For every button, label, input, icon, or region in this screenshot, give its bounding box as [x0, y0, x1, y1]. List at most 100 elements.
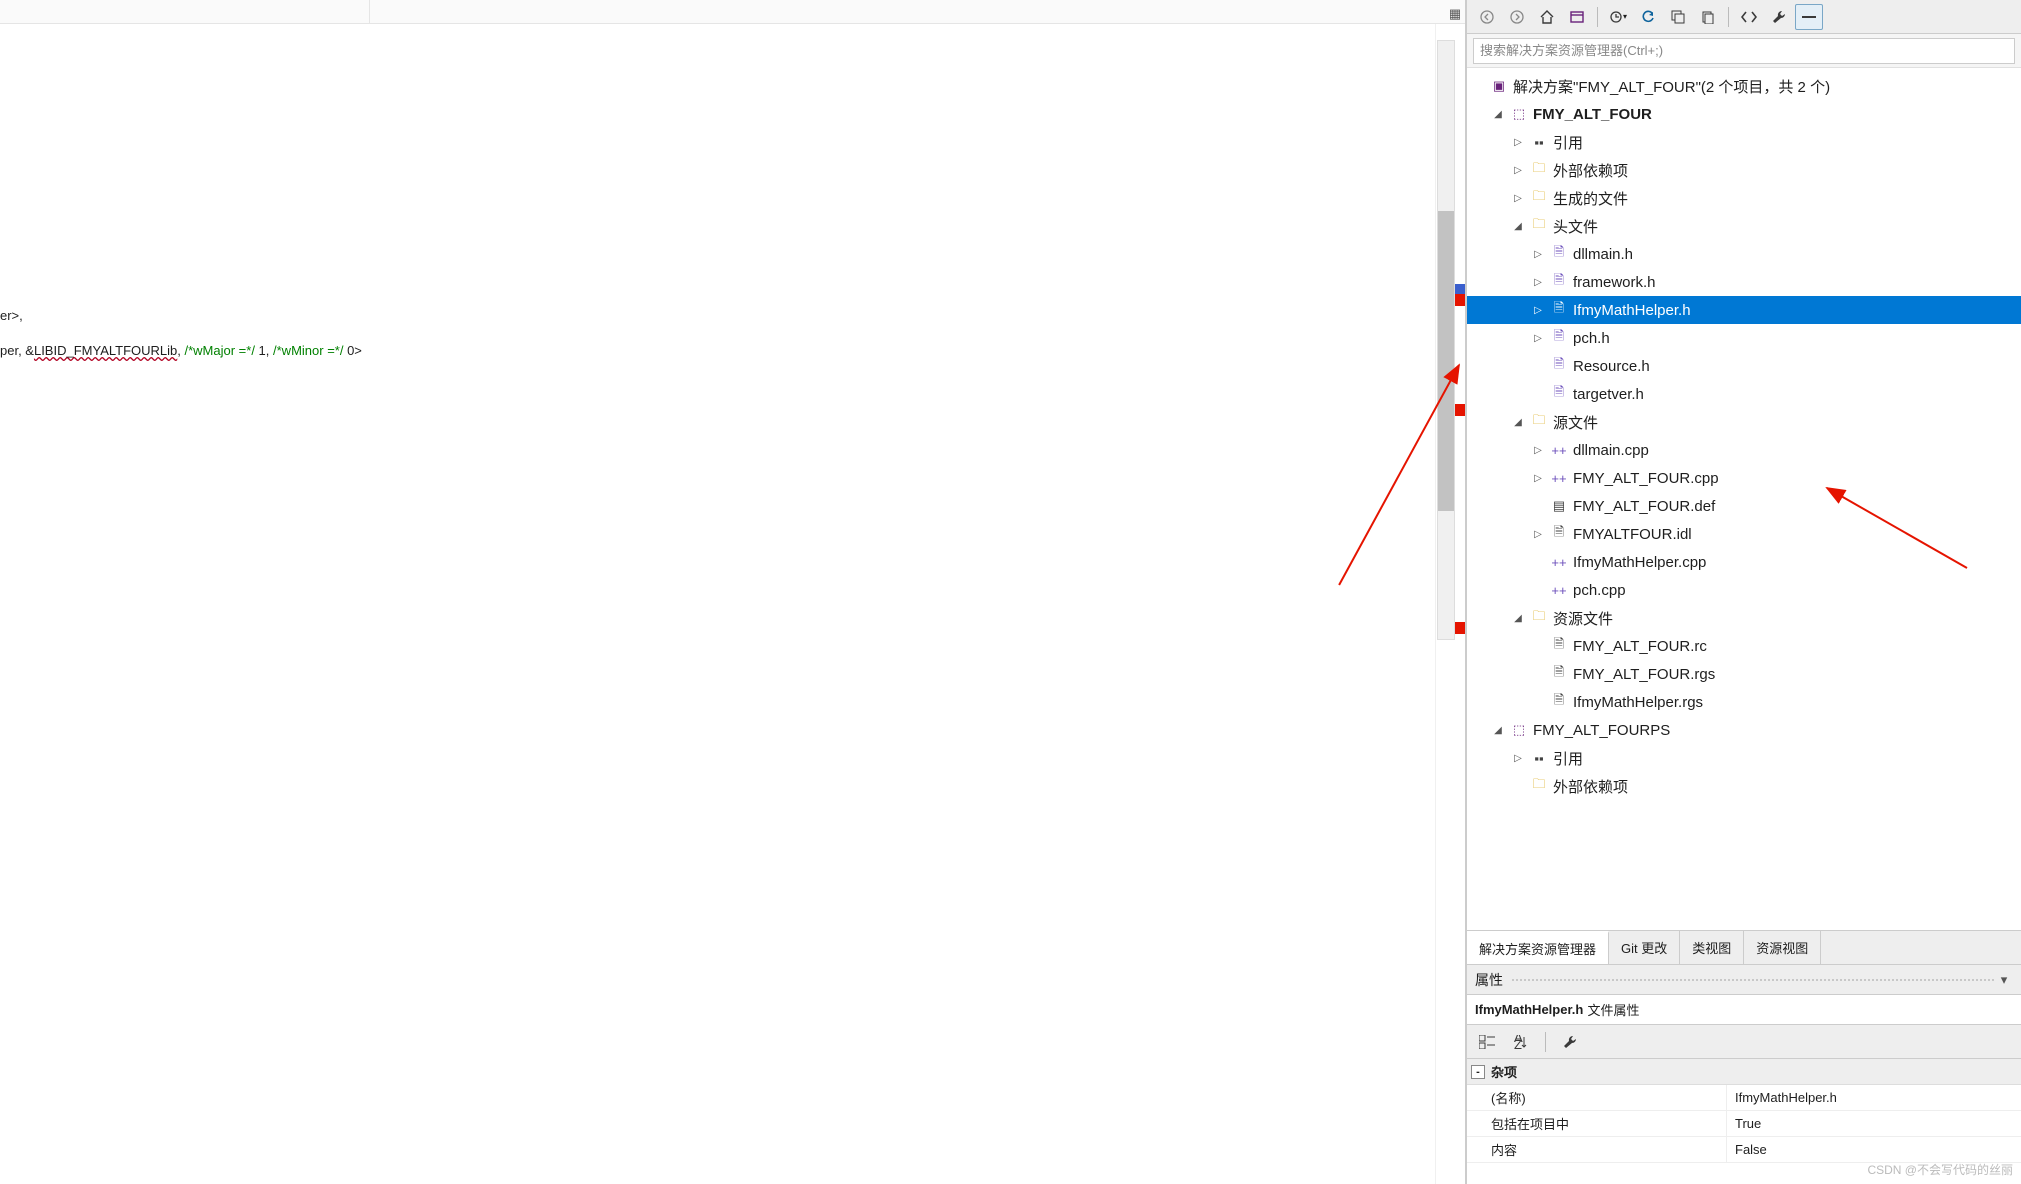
source-files-node[interactable]: ◢🗀源文件 [1467, 408, 2021, 436]
file-node[interactable]: ++pch.cpp [1467, 576, 2021, 604]
vertical-scrollbar[interactable] [1437, 40, 1455, 640]
external-deps-node[interactable]: ▷🗀外部依赖项 [1467, 156, 2021, 184]
file-node[interactable]: 🗎FMY_ALT_FOUR.rgs [1467, 660, 2021, 688]
toolbar-separator [1728, 7, 1729, 27]
references-icon: ▪▪ [1529, 132, 1549, 152]
view-code-button[interactable] [1735, 4, 1763, 30]
switch-view-button[interactable] [1563, 4, 1591, 30]
rgs-file-icon: 🗎 [1549, 664, 1569, 684]
toolbar-separator [1597, 7, 1598, 27]
properties-toolbar: AZ [1467, 1025, 2021, 1059]
editor-nav-bar [0, 0, 1465, 24]
cpp-file-icon: ++ [1549, 440, 1569, 460]
split-grip-icon[interactable]: ▦ [1445, 4, 1465, 24]
header-file-icon: 🗎 [1549, 272, 1569, 292]
idl-file-icon: 🗎 [1549, 524, 1569, 544]
home-button[interactable] [1533, 4, 1561, 30]
pending-changes-button[interactable]: ▾ [1604, 4, 1632, 30]
solution-icon: ▣ [1489, 76, 1509, 96]
properties-grid[interactable]: -杂项 (名称)IfmyMathHelper.h 包括在项目中True 内容Fa… [1467, 1059, 2021, 1184]
filter-icon: 🗀 [1529, 216, 1549, 236]
search-row [1467, 34, 2021, 68]
file-node[interactable]: ▷🗎pch.h [1467, 324, 2021, 352]
property-pages-button[interactable] [1556, 1029, 1584, 1055]
editor-member-combo[interactable] [370, 0, 1465, 23]
file-node-selected[interactable]: ▷🗎IfmyMathHelper.h [1467, 296, 2021, 324]
category-row[interactable]: -杂项 [1467, 1059, 2021, 1085]
rc-file-icon: 🗎 [1549, 636, 1569, 656]
properties-header: 属性 ▾ [1467, 965, 2021, 995]
tab-solution-explorer[interactable]: 解决方案资源管理器 [1467, 931, 1609, 964]
cpp-file-icon: ++ [1549, 552, 1569, 572]
folder-icon: 🗀 [1529, 776, 1549, 796]
file-node[interactable]: ++IfmyMathHelper.cpp [1467, 548, 2021, 576]
file-node[interactable]: ▷🗎FMYALTFOUR.idl [1467, 520, 2021, 548]
file-node[interactable]: 🗎FMY_ALT_FOUR.rc [1467, 632, 2021, 660]
header-grip[interactable] [1511, 978, 1995, 982]
header-file-icon: 🗎 [1549, 384, 1569, 404]
filter-icon: 🗀 [1529, 412, 1549, 432]
file-node[interactable]: 🗎Resource.h [1467, 352, 2021, 380]
property-row[interactable]: 包括在项目中True [1467, 1111, 2021, 1137]
refresh-button[interactable] [1634, 4, 1662, 30]
folder-icon: 🗀 [1529, 160, 1549, 180]
tab-resource-view[interactable]: 资源视图 [1744, 931, 1821, 964]
code-line-1: er>, [0, 308, 23, 323]
project-node[interactable]: ◢⬚FMY_ALT_FOURPS [1467, 716, 2021, 744]
collapse-all-button[interactable] [1664, 4, 1692, 30]
code-text-area[interactable]: er>, per, &LIBID_FMYALTFOURLib, /*wMajor… [0, 24, 1435, 1184]
generated-files-node[interactable]: ▷🗀生成的文件 [1467, 184, 2021, 212]
external-deps-node[interactable]: 🗀外部依赖项 [1467, 772, 2021, 800]
properties-subject: IfmyMathHelper.h 文件属性 [1467, 995, 2021, 1025]
error-marker [1455, 404, 1465, 416]
header-file-icon: 🗎 [1549, 300, 1569, 320]
search-input[interactable] [1473, 38, 2015, 64]
file-node[interactable]: ▷🗎dllmain.h [1467, 240, 2021, 268]
categorized-button[interactable] [1473, 1029, 1501, 1055]
cpp-file-icon: ++ [1549, 580, 1569, 600]
file-node[interactable]: ▷++dllmain.cpp [1467, 436, 2021, 464]
tab-git-changes[interactable]: Git 更改 [1609, 931, 1680, 964]
svg-text:Z: Z [1514, 1037, 1522, 1049]
rgs-file-icon: 🗎 [1549, 692, 1569, 712]
file-node[interactable]: ▷++FMY_ALT_FOUR.cpp [1467, 464, 2021, 492]
header-file-icon: 🗎 [1549, 328, 1569, 348]
file-node[interactable]: 🗎IfmyMathHelper.rgs [1467, 688, 2021, 716]
references-icon: ▪▪ [1529, 748, 1549, 768]
solution-node[interactable]: ▣解决方案"FMY_ALT_FOUR"(2 个项目，共 2 个) [1467, 72, 2021, 100]
show-all-files-button[interactable] [1694, 4, 1722, 30]
preview-button[interactable] [1795, 4, 1823, 30]
header-files-node[interactable]: ◢🗀头文件 [1467, 212, 2021, 240]
panel-tabs: 解决方案资源管理器 Git 更改 类视图 资源视图 [1467, 930, 2021, 964]
properties-button[interactable] [1765, 4, 1793, 30]
cpp-file-icon: ++ [1549, 468, 1569, 488]
references-node[interactable]: ▷▪▪引用 [1467, 744, 2021, 772]
resource-files-node[interactable]: ◢🗀资源文件 [1467, 604, 2021, 632]
editor-scope-combo[interactable] [0, 0, 370, 23]
folder-icon: 🗀 [1529, 188, 1549, 208]
code-editor-pane: ▦ er>, per, &LIBID_FMYALTFOURLib, /*wMaj… [0, 0, 1466, 1184]
toolbar-separator [1545, 1032, 1546, 1052]
error-marker [1455, 622, 1465, 634]
property-row[interactable]: 内容False [1467, 1137, 2021, 1163]
file-node[interactable]: ▤FMY_ALT_FOUR.def [1467, 492, 2021, 520]
solution-explorer-pane: ▾ ▣解决方案"FMY_ALT_FOUR"(2 个项目，共 2 个) ◢⬚FMY… [1466, 0, 2021, 1184]
alphabetical-button[interactable]: AZ [1507, 1029, 1535, 1055]
pin-icon[interactable]: ▾ [1995, 972, 2013, 988]
filter-icon: 🗀 [1529, 608, 1549, 628]
collapse-icon[interactable]: - [1471, 1065, 1485, 1079]
properties-panel: 属性 ▾ IfmyMathHelper.h 文件属性 AZ -杂项 (名称)If… [1467, 964, 2021, 1184]
references-node[interactable]: ▷▪▪引用 [1467, 128, 2021, 156]
solution-toolbar: ▾ [1467, 0, 2021, 34]
forward-button[interactable] [1503, 4, 1531, 30]
header-file-icon: 🗎 [1549, 356, 1569, 376]
back-button[interactable] [1473, 4, 1501, 30]
tab-class-view[interactable]: 类视图 [1680, 931, 1744, 964]
file-node[interactable]: 🗎targetver.h [1467, 380, 2021, 408]
scrollbar-thumb[interactable] [1438, 211, 1454, 511]
property-row[interactable]: (名称)IfmyMathHelper.h [1467, 1085, 2021, 1111]
project-node[interactable]: ◢⬚FMY_ALT_FOUR [1467, 100, 2021, 128]
error-marker [1455, 294, 1465, 306]
file-node[interactable]: ▷🗎framework.h [1467, 268, 2021, 296]
solution-tree[interactable]: ▣解决方案"FMY_ALT_FOUR"(2 个项目，共 2 个) ◢⬚FMY_A… [1467, 68, 2021, 930]
